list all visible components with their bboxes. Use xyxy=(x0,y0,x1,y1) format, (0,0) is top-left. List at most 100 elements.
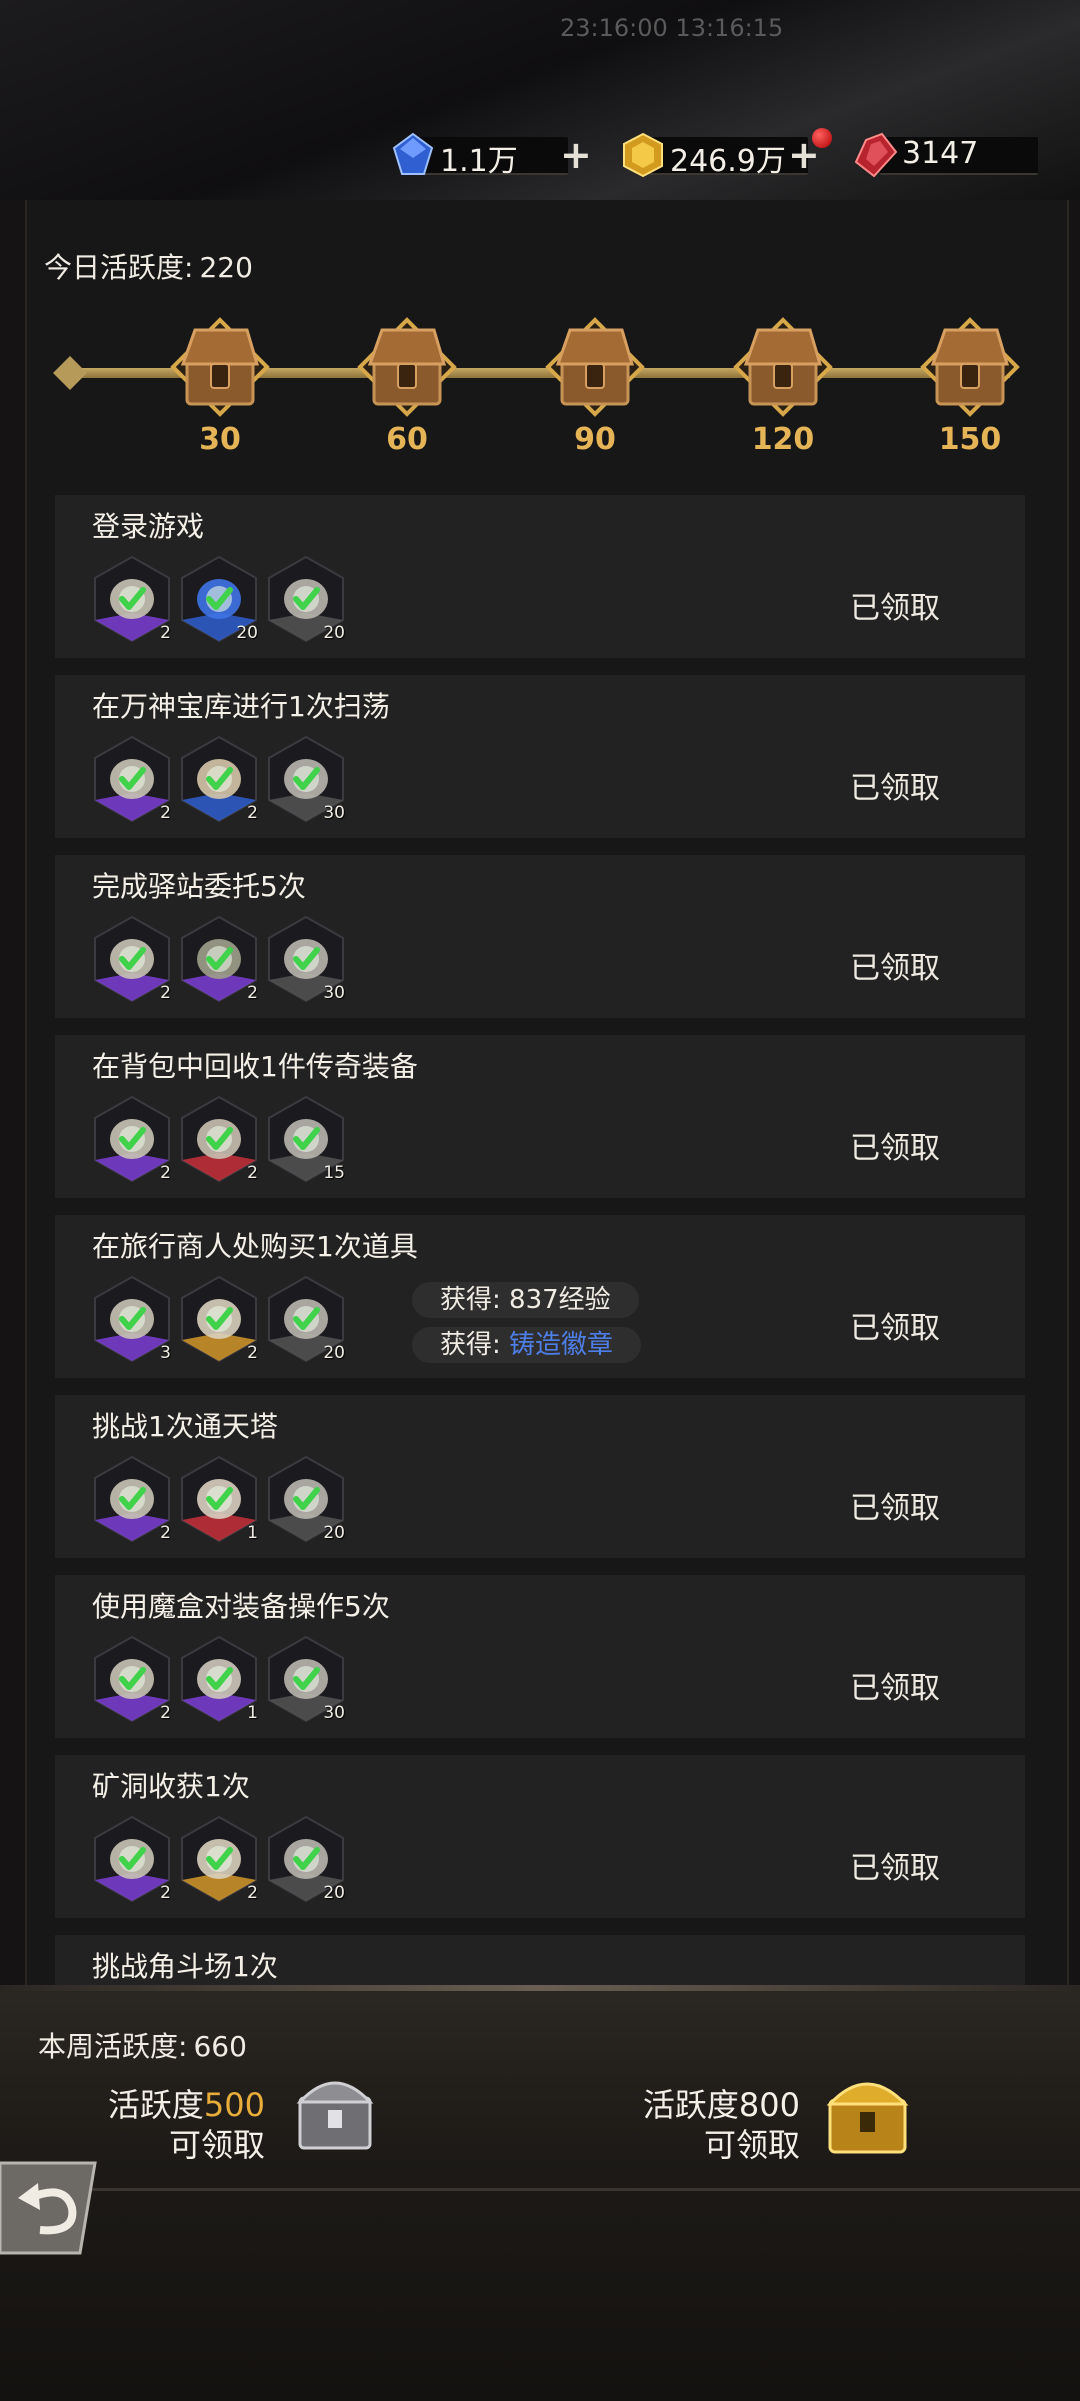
reward-count: 2 xyxy=(160,803,171,823)
currency-red: 3147 xyxy=(852,132,1042,178)
reward-item[interactable]: 2 xyxy=(180,1095,258,1185)
task-title: 在旅行商人处购买1次道具 xyxy=(92,1230,418,1263)
reward-count: 2 xyxy=(160,623,171,643)
reward-count: 20 xyxy=(236,623,258,643)
task-title: 完成驿站委托5次 xyxy=(92,870,306,903)
weekly-reward-500[interactable]: 活跃度500 可领取 xyxy=(80,2085,265,2165)
reward-item[interactable]: 2 xyxy=(180,1815,258,1905)
task-row: 矿洞收获1次 2 2 20 已领取 xyxy=(55,1755,1025,1918)
reward-item[interactable]: 2 xyxy=(93,1455,171,1545)
reward-item[interactable]: 2 xyxy=(93,735,171,825)
reward-count: 2 xyxy=(247,1343,258,1363)
task-row: 挑战1次通天塔 2 1 20 已领取 xyxy=(55,1395,1025,1558)
reward-count: 2 xyxy=(160,983,171,1003)
reward-item[interactable]: 20 xyxy=(267,555,345,645)
reward-count: 15 xyxy=(323,1163,345,1183)
reward-item[interactable]: 15 xyxy=(267,1095,345,1185)
reward-item[interactable]: 20 xyxy=(180,555,258,645)
reward-count: 2 xyxy=(247,1163,258,1183)
task-row: 使用魔盒对装备操作5次 2 1 30 已领取 xyxy=(55,1575,1025,1738)
reward-count: 2 xyxy=(247,983,258,1003)
reward-count: 2 xyxy=(160,1163,171,1183)
reward-item[interactable]: 30 xyxy=(267,735,345,825)
reward-count: 2 xyxy=(247,1883,258,1903)
weekly-reward-800[interactable]: 活跃度800 可领取 xyxy=(615,2085,800,2165)
back-arrow-icon[interactable] xyxy=(0,2158,100,2258)
reward-item[interactable]: 3 xyxy=(93,1275,171,1365)
reward-item[interactable]: 2 xyxy=(180,735,258,825)
milestone-chest-icon[interactable] xyxy=(165,312,275,422)
milestone-chest-icon[interactable] xyxy=(915,312,1025,422)
milestone-value: 120 xyxy=(751,422,815,457)
weekly-activity: 本周活跃度: 660 xyxy=(38,2030,247,2063)
reward-toast-badge: 获得: 铸造徽章 xyxy=(412,1327,642,1363)
silver-chest-icon[interactable] xyxy=(290,2068,380,2158)
reward-count: 1 xyxy=(247,1703,258,1723)
task-row: 挑战角斗场1次 xyxy=(55,1935,1025,1985)
task-title: 挑战角斗场1次 xyxy=(92,1950,278,1983)
task-row: 在背包中回收1件传奇装备 2 2 15 已领取 xyxy=(55,1035,1025,1198)
reward-count: 1 xyxy=(247,1523,258,1543)
task-row: 完成驿站委托5次 2 2 30 已领取 xyxy=(55,855,1025,1018)
weekly-separator xyxy=(0,1985,1080,1991)
currency-gold: 246.9万 + xyxy=(620,128,832,179)
milestone-value: 60 xyxy=(386,422,428,457)
reward-count: 20 xyxy=(323,623,345,643)
notification-dot xyxy=(812,128,832,148)
reward-item[interactable]: 2 xyxy=(93,915,171,1005)
claimed-status: 已领取 xyxy=(850,1491,940,1526)
task-title: 使用魔盒对装备操作5次 xyxy=(92,1590,390,1623)
reward-count: 2 xyxy=(160,1703,171,1723)
milestone-chest-icon[interactable] xyxy=(540,312,650,422)
gold-chest-icon[interactable] xyxy=(820,2068,915,2163)
reward-count: 3 xyxy=(160,1343,171,1363)
reward-item[interactable]: 30 xyxy=(267,915,345,1005)
reward-item[interactable]: 20 xyxy=(267,1275,345,1365)
claimed-status: 已领取 xyxy=(850,591,940,626)
task-row: 登录游戏 2 20 20 已领取 xyxy=(55,495,1025,658)
milestone-value: 30 xyxy=(199,422,241,457)
reward-item[interactable]: 1 xyxy=(180,1635,258,1725)
milestone-chest-icon[interactable] xyxy=(352,312,462,422)
task-title: 在万神宝库进行1次扫荡 xyxy=(92,690,390,723)
claimed-status: 已领取 xyxy=(850,951,940,986)
reward-item[interactable]: 2 xyxy=(180,915,258,1005)
task-title: 登录游戏 xyxy=(92,510,205,543)
task-title: 在背包中回收1件传奇装备 xyxy=(92,1050,418,1083)
milestone-value: 150 xyxy=(938,422,1002,457)
task-title: 矿洞收获1次 xyxy=(92,1770,250,1803)
reward-count: 20 xyxy=(323,1343,345,1363)
red-crystal-icon xyxy=(854,132,898,178)
milestone-chest-icon[interactable] xyxy=(728,312,838,422)
currency-diamonds: 1.1万 + xyxy=(390,132,600,179)
task-row: 在万神宝库进行1次扫荡 2 2 30 已领取 xyxy=(55,675,1025,838)
reward-item[interactable]: 1 xyxy=(180,1455,258,1545)
claimed-status: 已领取 xyxy=(850,771,940,806)
claimed-status: 已领取 xyxy=(850,1131,940,1166)
reward-item[interactable]: 2 xyxy=(93,1095,171,1185)
reward-item[interactable]: 2 xyxy=(93,1815,171,1905)
reward-count: 20 xyxy=(323,1523,345,1543)
reward-item[interactable]: 2 xyxy=(180,1275,258,1365)
bottom-divider xyxy=(0,2188,1080,2191)
today-activity: 今日活跃度: 220 xyxy=(44,251,253,284)
reward-count: 30 xyxy=(323,983,345,1003)
reward-count: 2 xyxy=(247,803,258,823)
reward-item[interactable]: 2 xyxy=(93,555,171,645)
claimed-status: 已领取 xyxy=(850,1311,940,1346)
milestone-value: 90 xyxy=(574,422,616,457)
reward-item[interactable]: 2 xyxy=(93,1635,171,1725)
reward-count: 20 xyxy=(323,1883,345,1903)
gold-gem-icon xyxy=(623,132,663,178)
reward-count: 2 xyxy=(160,1523,171,1543)
reward-count: 30 xyxy=(323,803,345,823)
reward-item[interactable]: 20 xyxy=(267,1815,345,1905)
reward-item[interactable]: 30 xyxy=(267,1635,345,1725)
claimed-status: 已领取 xyxy=(850,1851,940,1886)
add-diamonds-button[interactable]: + xyxy=(560,136,592,174)
status-time: 23:16:00 13:16:15 xyxy=(560,14,784,42)
reward-count: 30 xyxy=(323,1703,345,1723)
reward-toast-exp: 获得: 837经验 xyxy=(412,1282,639,1318)
reward-item[interactable]: 20 xyxy=(267,1455,345,1545)
blue-diamond-icon xyxy=(392,132,434,175)
